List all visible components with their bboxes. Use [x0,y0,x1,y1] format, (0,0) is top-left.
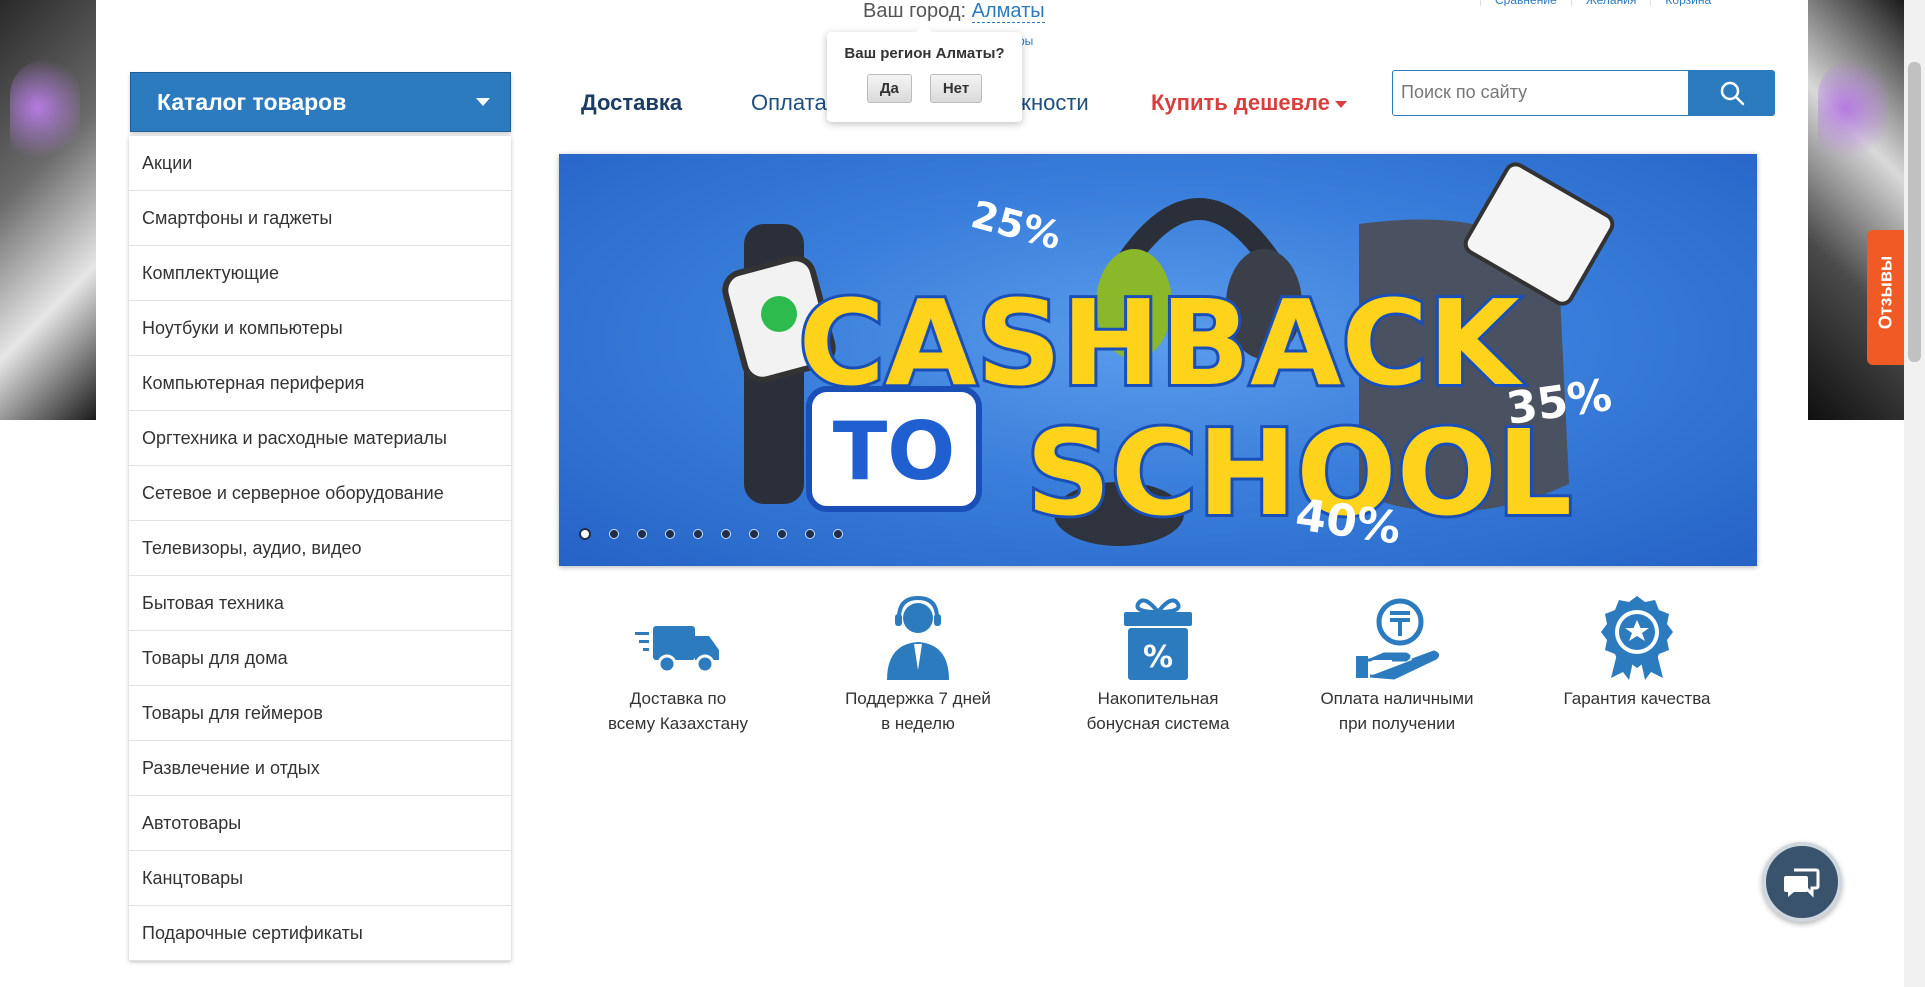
feature-quality: Гарантия качества [1527,590,1747,711]
promo-banner[interactable]: CASHBACK TO SCHOOL 25% 35% 40% [559,154,1757,566]
nav-delivery[interactable]: Доставка [581,90,682,116]
region-question: Ваш регион Алматы? [844,45,1005,62]
feature-quality-text: Гарантия качества [1563,689,1711,708]
catalog-item-auto[interactable]: Автотовары [129,796,511,851]
support-agent-icon [887,595,949,680]
catalog-title: Каталог товаров [157,88,347,115]
region-no-button[interactable]: Нет [929,74,983,103]
catalog-button[interactable]: Каталог товаров [130,72,511,132]
page-scrollbar[interactable] [1904,0,1925,987]
nav-buy-cheaper[interactable]: Купить дешевле [1151,90,1347,116]
quality-badge-icon [1601,596,1673,680]
catalog-item-sales[interactable]: Акции [129,136,511,191]
catalog-item-gift-cards[interactable]: Подарочные сертификаты [129,906,511,961]
chat-bubble-icon [1784,868,1820,898]
caret-down-icon [1334,100,1347,108]
feature-support: Поддержка 7 дней в неделю [808,590,1028,736]
catalog-item-leisure[interactable]: Развлечение и отдых [129,741,511,796]
scrollbar-thumb[interactable] [1908,62,1921,362]
feature-cash: Оплата наличными при получении [1287,590,1507,736]
banner-pct-25: 25% [967,192,1066,258]
city-selector: Ваш город: Алматы [863,0,1045,23]
search-button[interactable] [1689,70,1775,116]
slider-dot-4[interactable] [665,529,675,539]
slider-dot-2[interactable] [609,529,619,539]
reviews-tab[interactable]: Отзывы [1867,230,1904,365]
slider-dot-8[interactable] [777,529,787,539]
slider-dot-6[interactable] [721,529,731,539]
top-links: Сравнение Желания Корзина [1480,0,1725,6]
slider-dot-1[interactable] [579,528,591,540]
gift-percent-icon: % [1124,598,1192,680]
catalog-item-stationery[interactable]: Канцтовары [129,851,511,906]
catalog-item-office[interactable]: Оргтехника и расходные материалы [129,411,511,466]
city-link[interactable]: Алматы [971,0,1045,23]
nav-payment[interactable]: Оплата [751,90,827,116]
feature-bonus-text: Накопительная бонусная система [1086,689,1230,733]
slider-dot-7[interactable] [749,529,759,539]
catalog-item-tv-audio[interactable]: Телевизоры, аудио, видео [129,521,511,576]
catalog-item-peripherals[interactable]: Компьютерная периферия [129,356,511,411]
reviews-tab-label: Отзывы [1875,255,1896,330]
wishlist-link[interactable]: Желания [1570,0,1651,6]
catalog-item-laptops[interactable]: Ноутбуки и компьютеры [129,301,511,356]
banner-to: TO [833,405,956,498]
feature-bonus: % Накопительная бонусная система [1048,590,1268,736]
slider-dots [579,528,843,540]
feature-support-text: Поддержка 7 дней в неделю [845,689,991,733]
search-icon [1720,81,1745,106]
region-popup: Ваш регион Алматы? Да Нет [827,24,1022,122]
catalog-item-network[interactable]: Сетевое и серверное оборудование [129,466,511,521]
feature-delivery-text: Доставка по всему Казахстану [607,689,749,733]
catalog-list: Акции Смартфоны и гаджеты Комплектующие … [129,136,511,961]
left-background-image [0,0,96,420]
feature-cash-text: Оплата наличными при получении [1320,689,1474,733]
compare-link[interactable]: Сравнение [1480,0,1571,6]
truck-icon [635,626,719,674]
catalog-item-gamers[interactable]: Товары для геймеров [129,686,511,741]
slider-dot-5[interactable] [693,529,703,539]
slider-dot-10[interactable] [833,529,843,539]
chevron-down-icon [476,98,490,106]
slider-dot-9[interactable] [805,529,815,539]
banner-artwork: CASHBACK TO SCHOOL 25% 35% 40% [722,162,1615,555]
nav-buy-cheaper-label: Купить дешевле [1151,90,1330,115]
region-yes-button[interactable]: Да [866,74,912,103]
catalog-item-smartphones[interactable]: Смартфоны и гаджеты [129,191,511,246]
catalog-item-home[interactable]: Товары для дома [129,631,511,686]
cart-link[interactable]: Корзина [1650,0,1725,6]
city-label: Ваш город: [863,0,967,22]
catalog-item-appliances[interactable]: Бытовая техника [129,576,511,631]
catalog-item-components[interactable]: Комплектующие [129,246,511,301]
feature-delivery: Доставка по всему Казахстану [568,590,788,736]
slider-dot-3[interactable] [637,529,647,539]
search-input[interactable] [1393,71,1689,113]
svg-text:%: % [1143,640,1173,675]
search-box [1392,70,1689,116]
chat-button[interactable] [1762,842,1842,922]
cash-hand-icon [1356,598,1440,680]
